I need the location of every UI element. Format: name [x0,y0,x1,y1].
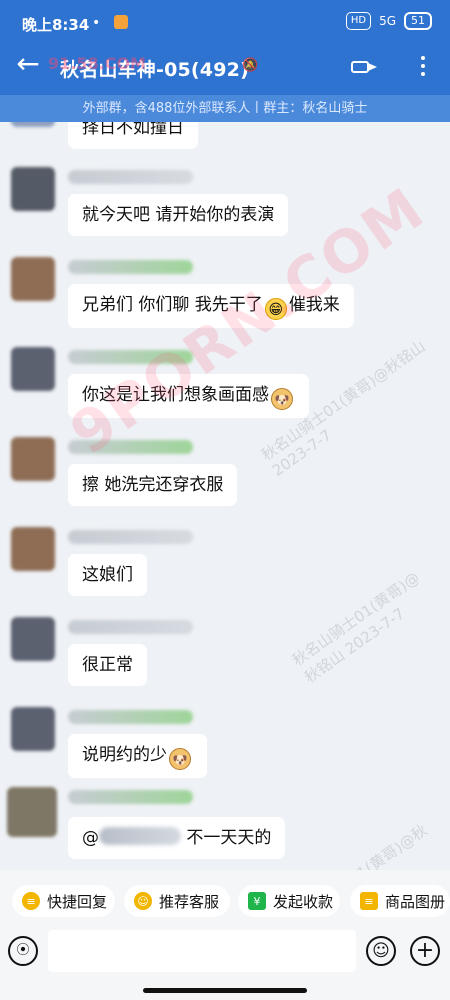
sender-meta [68,710,193,724]
sender-meta [68,350,193,364]
payment-request-button[interactable]: ¥ 发起收款 [238,885,340,917]
avatar[interactable] [7,787,57,837]
avatar[interactable] [11,347,55,391]
home-indicator[interactable] [143,988,307,993]
avatar[interactable] [11,617,55,661]
avatar[interactable] [11,257,55,301]
notification-dot-icon: • [92,15,101,31]
quick-reply-button[interactable]: ≡ 快捷回复 [12,885,115,917]
message-bubble[interactable]: 就今天吧 请开始你的表演 [68,194,289,236]
message-bubble[interactable]: 这娘们 [68,554,147,596]
recommend-service-icon: ☺ [134,892,152,910]
small-watermark: 秋名山骑士01(黄哥)@秋铭山 2023-7-7 [289,568,423,687]
emoji-picker-icon[interactable]: ☺ [366,936,396,966]
recommend-service-button[interactable]: ☺ 推荐客服 [124,885,230,917]
avatar[interactable] [11,527,55,571]
sender-meta [68,790,193,804]
status-time: 晚上8:34 [22,16,90,34]
more-options-icon[interactable] [420,55,426,77]
blurred-mention [99,827,181,845]
network-indicator: 5G [379,14,396,28]
avatar[interactable] [11,122,55,127]
avatar[interactable] [11,167,55,211]
doge-emoji-icon: 🐶 [271,388,293,410]
voice-input-icon[interactable]: ⦿ [8,936,38,966]
payment-icon: ¥ [248,892,266,910]
grin-emoji-icon: 😁 [264,298,287,320]
doge-emoji-icon: 🐶 [169,748,191,770]
back-arrow-icon[interactable]: ← [14,50,42,78]
chat-title[interactable]: 秋名山车神-05(492) [60,55,249,82]
battery-level: 51 [404,12,432,30]
hd-indicator: HD [345,12,372,30]
message-bubble[interactable]: 擦 她洗完还穿衣服 [68,464,238,506]
sender-meta [68,170,193,184]
product-catalog-button[interactable]: ≡ 商品图册 [350,885,450,917]
video-call-icon[interactable] [351,58,381,76]
sender-meta [68,260,193,274]
quick-actions-bar: ≡ 快捷回复 ☺ 推荐客服 ¥ 发起收款 ≡ 商品图册 [0,870,450,930]
message-bubble[interactable]: 兄弟们 你们聊 我先干了 😁 催我来 [68,284,354,328]
sender-meta [68,530,193,544]
message-bubble[interactable]: 很正常 [68,644,147,686]
message-input[interactable] [48,930,356,972]
group-info-bar[interactable]: 外部群，含488位外部联系人丨群主：秋名山骑士 [0,95,450,122]
mute-icon: 🔕 [242,58,259,73]
small-watermark: 秋名山骑士01(黄哥)@秋铭山 2023-7-7 [283,817,446,870]
message-bubble[interactable]: 你这是让我们想象画面感 🐶 [68,374,309,418]
add-more-icon[interactable]: + [410,936,440,966]
avatar[interactable] [11,437,55,481]
app-notification-icon [114,15,128,29]
chat-header: ← 秋名山车神-05(492) 🔕 [0,40,450,95]
catalog-icon: ≡ [360,892,378,910]
quick-reply-icon: ≡ [22,892,40,910]
status-right-indicators: HD 5G 51 [345,12,432,30]
sender-meta [68,440,193,454]
sender-meta [68,620,193,634]
avatar[interactable] [11,707,55,751]
status-bar: 晚上8:34 • HD 5G 51 [0,0,450,40]
message-bubble[interactable]: @ 不一天天的 [68,817,286,859]
message-bubble[interactable]: 说明约的少 🐶 [68,734,207,778]
top-bar: 晚上8:34 • HD 5G 51 ← 秋名山车神-05(492) 🔕 91.5… [0,0,450,95]
message-bubble[interactable]: 择日不如撞日 [68,122,198,149]
chat-area[interactable]: 择日不如撞日 就今天吧 请开始你的表演 兄弟们 你们聊 我先干了 😁 催我来 你这是… [0,122,450,870]
